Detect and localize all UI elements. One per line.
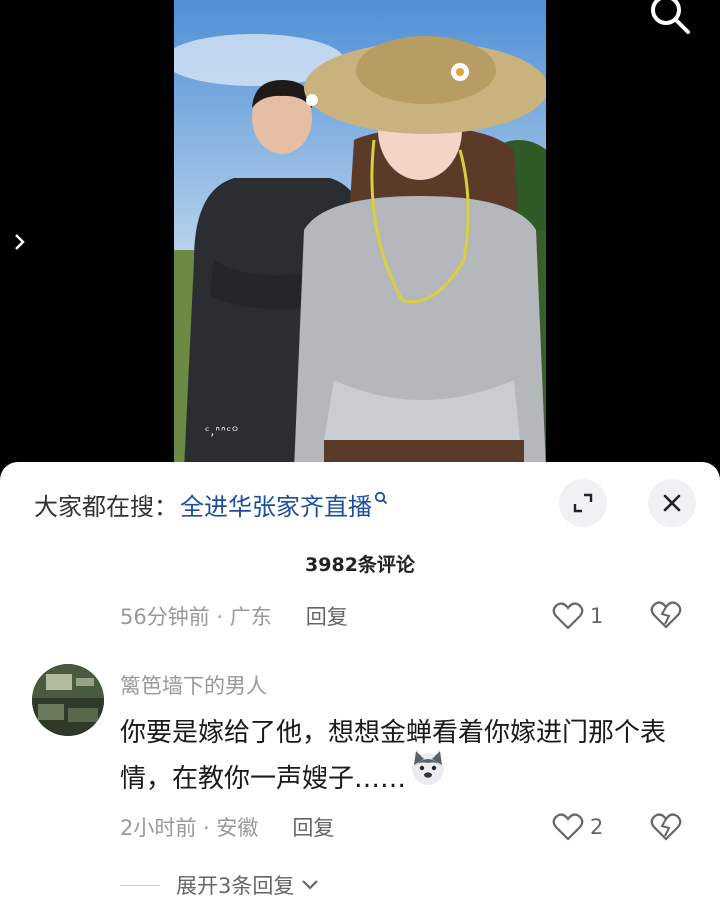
reply-button[interactable]: 回复 (292, 812, 334, 842)
dislike-button[interactable] (650, 600, 682, 634)
video-still-image (174, 0, 546, 470)
close-icon (663, 494, 681, 512)
close-button[interactable] (648, 479, 696, 527)
comment-time-location: 56分钟前 · 广东 (120, 605, 272, 629)
comment-time-location: 2小时前 · 安徽 (120, 816, 259, 840)
comment-meta-row: 2小时前 · 安徽 回复 (120, 812, 334, 842)
video-frame[interactable] (174, 0, 546, 470)
expand-sheet-button[interactable] (559, 479, 607, 527)
expand-replies-label: 展开3条回复 (176, 874, 295, 898)
video-watermark: ᶜ,ᐢᐢᶜᴼ (205, 424, 239, 438)
like-button[interactable]: 2 (552, 812, 603, 842)
like-count: 2 (590, 815, 604, 839)
chevron-right-icon[interactable] (12, 232, 28, 256)
search-icon (374, 490, 388, 509)
divider (120, 884, 160, 886)
husky-emoji-icon (408, 747, 448, 802)
heart-icon (552, 602, 584, 630)
video-player[interactable]: ᶜ,ᐢᐢᶜᴼ (0, 0, 720, 470)
heart-icon (552, 813, 584, 841)
chevron-down-icon (302, 880, 319, 890)
comment-sheet: 大家都在搜： 全进华张家齐直播 3982条评论 56分钟前 · 广东 回复 1 (0, 462, 720, 922)
avatar[interactable] (32, 664, 104, 736)
dislike-button[interactable] (650, 812, 682, 846)
search-icon[interactable] (646, 0, 694, 42)
broken-heart-icon (650, 813, 682, 841)
comment-count-title: 3982条评论 (305, 554, 415, 576)
comment-username[interactable]: 篱笆墙下的男人 (120, 670, 267, 700)
reply-button[interactable]: 回复 (306, 601, 348, 631)
like-count: 1 (590, 604, 604, 628)
comment-body: 你要是嫁给了他，想想金蝉看着你嫁进门那个表情，在教你一声嫂子…… (120, 718, 667, 794)
trending-search-row[interactable]: 大家都在搜： 全进华张家齐直播 (34, 486, 388, 522)
comment-text: 你要是嫁给了他，想想金蝉看着你嫁进门那个表情，在教你一声嫂子…… (120, 710, 680, 802)
trending-search-link[interactable]: 全进华张家齐直播 (180, 487, 372, 522)
expand-icon (573, 493, 593, 513)
expand-replies-button[interactable]: 展开3条回复 (120, 870, 320, 900)
like-button[interactable]: 1 (552, 601, 603, 631)
comment-meta-row: 56分钟前 · 广东 回复 (120, 601, 348, 631)
trending-search-prefix: 大家都在搜： (34, 492, 178, 521)
broken-heart-icon (650, 601, 682, 629)
